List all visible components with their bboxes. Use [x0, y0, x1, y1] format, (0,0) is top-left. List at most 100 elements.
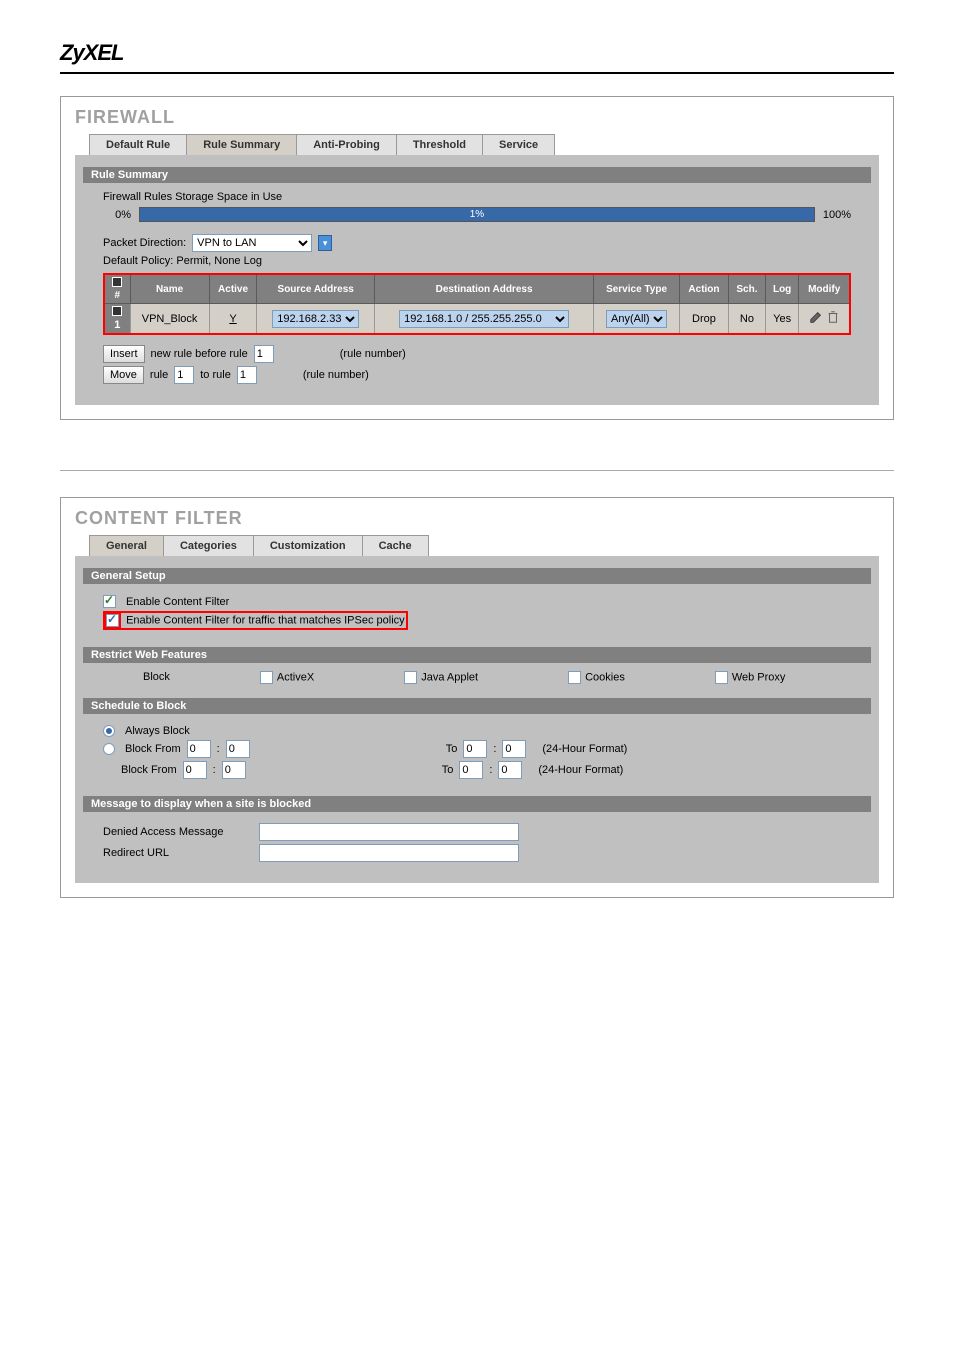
cell-dest: 192.168.1.0 / 255.255.255.0	[374, 304, 593, 335]
insert-button[interactable]: Insert	[103, 345, 145, 363]
progress-right: 100%	[823, 209, 851, 221]
always-block-label: Always Block	[125, 725, 190, 737]
block-from-m1[interactable]	[226, 740, 250, 758]
storage-label: Firewall Rules Storage Space in Use	[103, 191, 851, 203]
th-name: Name	[130, 274, 209, 304]
block-from-radio[interactable]	[103, 743, 115, 755]
cell-num: 1	[104, 304, 130, 335]
rule-summary-header: Rule Summary	[83, 167, 871, 183]
tab-customization[interactable]: Customization	[253, 535, 363, 556]
progress-left: 0%	[103, 209, 131, 221]
denied-message-input[interactable]	[259, 823, 519, 841]
tab-service[interactable]: Service	[482, 134, 555, 155]
message-header: Message to display when a site is blocke…	[83, 796, 871, 812]
tab-default-rule[interactable]: Default Rule	[89, 134, 187, 155]
firewall-tab-body: Rule Summary Firewall Rules Storage Spac…	[75, 155, 879, 405]
insert-rule-input[interactable]	[254, 345, 274, 363]
th-service: Service Type	[594, 274, 680, 304]
general-setup-header: General Setup	[83, 568, 871, 584]
content-filter-tabs: General Categories Customization Cache	[75, 535, 879, 556]
java-applet-checkbox[interactable]	[404, 671, 417, 684]
block-to-h1[interactable]	[463, 740, 487, 758]
th-dest: Destination Address	[374, 274, 593, 304]
schedule-header: Schedule to Block	[83, 698, 871, 714]
cookies-checkbox[interactable]	[568, 671, 581, 684]
cell-name: VPN_Block	[130, 304, 209, 335]
block-from-label-2: Block From	[121, 764, 177, 776]
th-active: Active	[209, 274, 257, 304]
move-text1: rule	[150, 369, 168, 381]
block-to-m2[interactable]	[498, 761, 522, 779]
tab-anti-probing[interactable]: Anti-Probing	[296, 134, 397, 155]
tab-rule-summary[interactable]: Rule Summary	[186, 134, 297, 155]
storage-progress-bar: 1%	[139, 207, 815, 222]
page-icon	[112, 306, 122, 316]
move-to-input[interactable]	[237, 366, 257, 384]
always-block-radio[interactable]	[103, 725, 115, 737]
divider	[60, 470, 894, 471]
to-label-2: To	[442, 764, 454, 776]
move-button[interactable]: Move	[103, 366, 144, 384]
redirect-url-input[interactable]	[259, 844, 519, 862]
tab-categories[interactable]: Categories	[163, 535, 254, 556]
cell-modify	[799, 304, 850, 335]
web-proxy-label: Web Proxy	[732, 671, 786, 683]
enable-cf-ipsec-checkbox[interactable]	[106, 614, 119, 627]
highlight-ipsec: Enable Content Filter for traffic that m…	[103, 611, 408, 630]
block-from-h1[interactable]	[187, 740, 211, 758]
content-filter-panel: CONTENT FILTER General Categories Custom…	[60, 497, 894, 898]
cell-source: 192.168.2.33	[257, 304, 375, 335]
th-hash: #	[104, 274, 130, 304]
java-applet-label: Java Applet	[421, 671, 478, 683]
th-action: Action	[679, 274, 728, 304]
content-filter-title: CONTENT FILTER	[75, 508, 879, 529]
trash-icon[interactable]	[826, 310, 840, 324]
chevron-down-icon[interactable]: ▾	[318, 235, 332, 251]
tab-cache[interactable]: Cache	[362, 535, 429, 556]
cell-log: Yes	[765, 304, 798, 335]
th-modify: Modify	[799, 274, 850, 304]
denied-message-label: Denied Access Message	[103, 826, 253, 838]
to-label-1: To	[446, 743, 458, 755]
dest-address-select[interactable]: 192.168.1.0 / 255.255.255.0	[399, 310, 569, 328]
default-policy-text: Default Policy: Permit, None Log	[103, 255, 851, 267]
web-proxy-checkbox[interactable]	[715, 671, 728, 684]
activex-checkbox[interactable]	[260, 671, 273, 684]
move-text3: (rule number)	[303, 369, 369, 381]
block-from-label-1: Block From	[125, 743, 181, 755]
packet-direction-label: Packet Direction:	[103, 237, 186, 249]
block-to-h2[interactable]	[459, 761, 483, 779]
edit-icon[interactable]	[809, 310, 823, 324]
packet-direction-select[interactable]: VPN to LAN	[192, 234, 312, 252]
th-log: Log	[765, 274, 798, 304]
content-filter-body: General Setup Enable Content Filter Enab…	[75, 556, 879, 883]
block-label: Block	[143, 671, 170, 684]
tab-threshold[interactable]: Threshold	[396, 134, 483, 155]
enable-cf-checkbox[interactable]	[103, 595, 116, 608]
move-rule-input[interactable]	[174, 366, 194, 384]
block-from-h2[interactable]	[183, 761, 207, 779]
cell-active: Y	[209, 304, 257, 335]
firewall-title: FIREWALL	[75, 107, 879, 128]
activex-label: ActiveX	[277, 671, 314, 683]
brand-logo: ZyXEL	[60, 40, 894, 74]
source-address-select[interactable]: 192.168.2.33	[272, 310, 359, 328]
th-source: Source Address	[257, 274, 375, 304]
progress-center: 1%	[470, 208, 484, 221]
cell-sch: No	[729, 304, 766, 335]
redirect-url-label: Redirect URL	[103, 847, 253, 859]
block-from-m2[interactable]	[222, 761, 246, 779]
firewall-tabs: Default Rule Rule Summary Anti-Probing T…	[75, 134, 879, 155]
page-icon	[112, 277, 122, 287]
service-type-select[interactable]: Any(All)	[606, 310, 667, 328]
cookies-label: Cookies	[585, 671, 625, 683]
insert-text2: (rule number)	[340, 348, 406, 360]
tab-general[interactable]: General	[89, 535, 164, 556]
move-text2: to rule	[200, 369, 231, 381]
th-sch: Sch.	[729, 274, 766, 304]
insert-text1: new rule before rule	[151, 348, 248, 360]
rules-table: # Name Active Source Address Destination…	[103, 273, 851, 335]
block-to-m1[interactable]	[502, 740, 526, 758]
firewall-panel: FIREWALL Default Rule Rule Summary Anti-…	[60, 96, 894, 420]
cell-action: Drop	[679, 304, 728, 335]
